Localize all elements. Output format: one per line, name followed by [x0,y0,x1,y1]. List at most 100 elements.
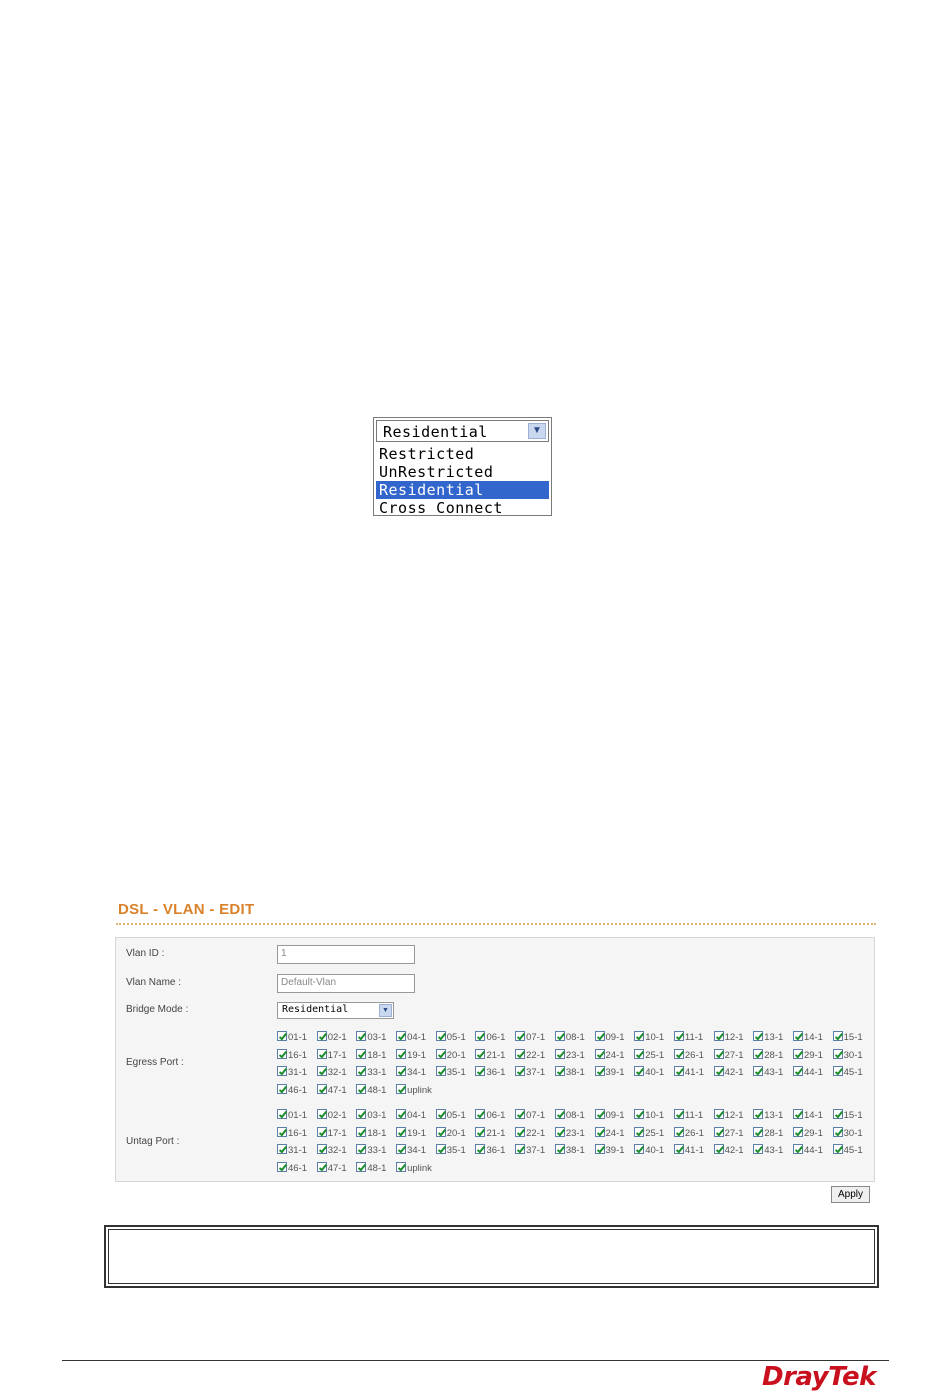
egress-port-checkbox[interactable] [356,1066,367,1076]
egress-port-checkbox[interactable] [396,1031,407,1041]
egress-port-checkbox[interactable] [554,1031,565,1041]
egress-port-checkbox[interactable] [792,1066,803,1076]
untag-port-checkbox[interactable] [277,1109,287,1119]
egress-port-checkbox[interactable] [475,1031,486,1041]
egress-port-checkbox[interactable] [435,1066,446,1076]
untag-port-checkbox[interactable] [713,1126,724,1137]
untag-port-checkbox[interactable] [673,1109,684,1119]
untag-port-checkbox[interactable] [277,1126,287,1137]
egress-port-checkbox[interactable] [634,1066,645,1076]
egress-port-checkbox[interactable] [316,1031,327,1041]
untag-port-checkbox[interactable] [435,1144,446,1154]
egress-port-checkbox[interactable] [515,1031,526,1041]
egress-port-checkbox[interactable] [713,1066,724,1076]
egress-port-checkbox[interactable] [594,1048,605,1059]
apply-button[interactable]: Apply [831,1186,870,1203]
egress-port-checkbox[interactable] [316,1048,327,1059]
egress-port-checkbox[interactable] [316,1083,327,1094]
egress-port-checkbox[interactable] [277,1083,287,1094]
dropdown-option-cross-connect[interactable]: Cross Connect [376,499,549,517]
egress-port-checkbox[interactable] [634,1031,645,1041]
egress-port-checkbox[interactable] [832,1066,843,1076]
untag-port-checkbox[interactable] [832,1126,843,1137]
untag-port-checkbox[interactable] [396,1109,407,1119]
untag-port-checkbox[interactable] [673,1144,684,1154]
untag-port-checkbox[interactable] [832,1144,843,1154]
untag-port-checkbox[interactable] [832,1109,843,1119]
egress-port-checkbox[interactable] [435,1048,446,1059]
dropdown-option-unrestricted[interactable]: UnRestricted [376,463,549,481]
vlan-name-input[interactable]: Default-Vlan [277,974,415,993]
untag-port-checkbox[interactable] [554,1144,565,1154]
egress-port-checkbox[interactable] [475,1066,486,1076]
egress-port-checkbox[interactable] [832,1031,843,1041]
untag-port-checkbox[interactable] [634,1144,645,1154]
untag-port-checkbox[interactable] [515,1109,526,1119]
chevron-down-icon[interactable]: ▼ [528,423,546,439]
untag-port-checkbox[interactable] [396,1144,407,1154]
untag-port-checkbox[interactable] [515,1144,526,1154]
egress-port-checkbox[interactable] [277,1048,287,1059]
egress-port-checkbox[interactable] [277,1031,287,1041]
untag-port-checkbox[interactable] [475,1109,486,1119]
egress-port-checkbox[interactable] [792,1031,803,1041]
untag-port-checkbox[interactable] [594,1126,605,1137]
egress-port-checkbox[interactable] [316,1066,327,1076]
untag-port-checkbox[interactable] [792,1109,803,1119]
untag-port-checkbox[interactable] [713,1109,724,1119]
egress-port-checkbox[interactable] [713,1031,724,1041]
bridge-mode-dropdown-demo[interactable]: Residential ▼ Restricted UnRestricted Re… [373,417,552,517]
vlan-id-input[interactable]: 1 [277,945,415,964]
egress-port-checkbox[interactable] [356,1083,367,1094]
egress-port-checkbox[interactable] [832,1048,843,1059]
untag-port-checkbox[interactable] [396,1126,407,1137]
untag-port-checkbox[interactable] [435,1126,446,1137]
egress-port-checkbox[interactable] [435,1031,446,1041]
untag-port-checkbox[interactable] [634,1126,645,1137]
egress-port-checkbox[interactable] [396,1083,407,1094]
egress-port-checkbox[interactable] [594,1031,605,1041]
untag-port-checkbox[interactable] [554,1109,565,1119]
egress-port-checkbox[interactable] [554,1048,565,1059]
dropdown-selected-field[interactable]: Residential ▼ [376,420,549,442]
untag-port-checkbox[interactable] [316,1161,327,1172]
untag-port-checkbox[interactable] [673,1126,684,1137]
untag-port-checkbox[interactable] [396,1161,407,1172]
untag-port-checkbox[interactable] [356,1161,367,1172]
untag-port-checkbox[interactable] [594,1144,605,1154]
chevron-down-icon[interactable]: ▼ [379,1004,392,1017]
egress-port-checkbox[interactable] [515,1048,526,1059]
egress-port-checkbox[interactable] [753,1031,764,1041]
untag-port-checkbox[interactable] [475,1144,486,1154]
untag-port-checkbox[interactable] [634,1109,645,1119]
untag-port-checkbox[interactable] [316,1144,327,1154]
untag-port-checkbox[interactable] [753,1109,764,1119]
egress-port-checkbox[interactable] [673,1066,684,1076]
egress-port-checkbox[interactable] [396,1048,407,1059]
egress-port-checkbox[interactable] [713,1048,724,1059]
egress-port-checkbox[interactable] [396,1066,407,1076]
egress-port-checkbox[interactable] [356,1048,367,1059]
bridge-mode-select[interactable]: Residential ▼ [277,1002,394,1019]
untag-port-checkbox[interactable] [753,1144,764,1154]
egress-port-checkbox[interactable] [634,1048,645,1059]
egress-port-checkbox[interactable] [753,1048,764,1059]
egress-port-checkbox[interactable] [673,1031,684,1041]
egress-port-checkbox[interactable] [277,1066,287,1076]
egress-port-checkbox[interactable] [554,1066,565,1076]
untag-port-checkbox[interactable] [515,1126,526,1137]
egress-port-checkbox[interactable] [673,1048,684,1059]
untag-port-checkbox[interactable] [475,1126,486,1137]
dropdown-option-residential[interactable]: Residential [376,481,549,499]
untag-port-checkbox[interactable] [356,1144,367,1154]
dropdown-option-restricted[interactable]: Restricted [376,445,549,463]
egress-port-checkbox[interactable] [792,1048,803,1059]
untag-port-checkbox[interactable] [356,1126,367,1137]
untag-port-checkbox[interactable] [435,1109,446,1119]
egress-port-checkbox[interactable] [594,1066,605,1076]
untag-port-checkbox[interactable] [594,1109,605,1119]
untag-port-checkbox[interactable] [316,1109,327,1119]
egress-port-checkbox[interactable] [356,1031,367,1041]
egress-port-checkbox[interactable] [753,1066,764,1076]
untag-port-checkbox[interactable] [713,1144,724,1154]
